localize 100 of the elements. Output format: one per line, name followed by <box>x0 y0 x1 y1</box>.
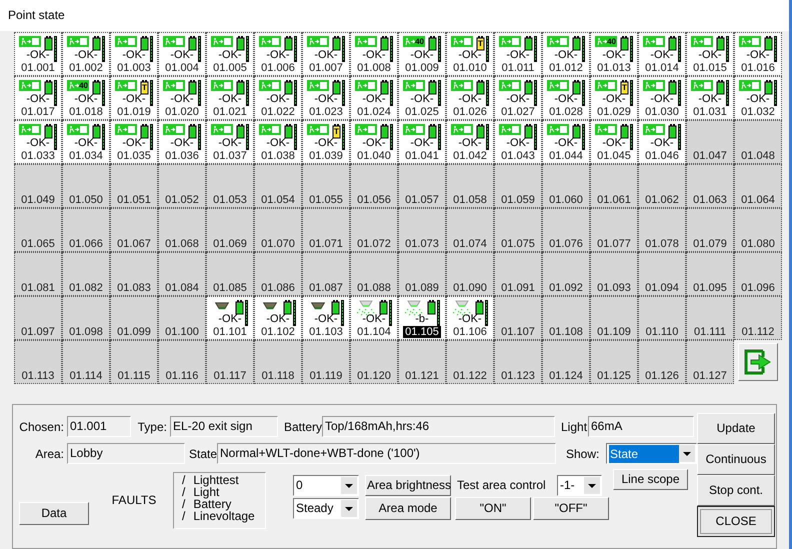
point-cell[interactable]: 01.050 <box>62 164 110 208</box>
point-cell[interactable]: 01.107 <box>494 296 542 340</box>
point-cell[interactable]: 01.065 <box>14 208 62 252</box>
point-cell[interactable]: -OK- 01.004 <box>158 32 206 76</box>
point-cell[interactable]: 01.074 <box>446 208 494 252</box>
point-cell[interactable]: 01.121 <box>398 340 446 384</box>
point-cell[interactable]: -OK- 01.041 <box>398 120 446 164</box>
point-cell[interactable]: -OK- 01.021 <box>206 76 254 120</box>
point-cell[interactable]: -OK- 01.038 <box>254 120 302 164</box>
off-button[interactable]: "OFF" <box>533 496 609 520</box>
data-button[interactable]: Data <box>19 502 89 525</box>
point-cell[interactable]: 01.064 <box>734 164 782 208</box>
point-cell[interactable]: 01.052 <box>158 164 206 208</box>
point-cell[interactable]: -OK- 01.006 <box>254 32 302 76</box>
side-button[interactable]: Continuous <box>697 444 775 475</box>
point-cell[interactable]: -OK- 01.033 <box>14 120 62 164</box>
point-cell[interactable]: 01.054 <box>254 164 302 208</box>
point-cell[interactable]: -OK- 01.030 <box>638 76 686 120</box>
point-cell[interactable]: 01.083 <box>110 252 158 296</box>
point-cell[interactable]: -OK- 01.031 <box>686 76 734 120</box>
point-cell[interactable]: 01.096 <box>734 252 782 296</box>
point-cell[interactable]: 01.125 <box>590 340 638 384</box>
point-cell[interactable]: -OK- 01.045 <box>590 120 638 164</box>
point-cell[interactable]: 01.098 <box>62 296 110 340</box>
point-cell[interactable]: -OK- 01.103 <box>302 296 350 340</box>
point-cell[interactable]: -OK- 01.104 <box>350 296 398 340</box>
line-scope-button[interactable]: Line scope <box>613 468 688 490</box>
point-cell[interactable]: 01.113 <box>14 340 62 384</box>
point-cell[interactable]: 01.095 <box>686 252 734 296</box>
dropdown[interactable]: Steady <box>293 498 359 519</box>
exit-button[interactable] <box>738 342 778 381</box>
text-field[interactable]: 66mA <box>588 416 694 438</box>
point-cell[interactable]: -OK- 01.025 <box>398 76 446 120</box>
point-cell[interactable]: 01.119 <box>302 340 350 384</box>
point-cell[interactable]: 01.062 <box>638 164 686 208</box>
point-cell[interactable]: 01.079 <box>686 208 734 252</box>
point-cell[interactable]: 01.080 <box>734 208 782 252</box>
point-cell[interactable]: -OK- 01.014 <box>638 32 686 76</box>
point-cell[interactable]: 01.055 <box>302 164 350 208</box>
point-cell[interactable]: -OK- 01.011 <box>494 32 542 76</box>
point-cell[interactable]: 01.094 <box>638 252 686 296</box>
text-field[interactable]: Lobby <box>67 443 185 464</box>
point-cell[interactable]: -OK- 01.007 <box>302 32 350 76</box>
point-cell[interactable]: -OK- 01.046 <box>638 120 686 164</box>
point-cell[interactable]: 01.118 <box>254 340 302 384</box>
point-cell[interactable]: T -OK- 01.039 <box>302 120 350 164</box>
point-cell[interactable]: 01.091 <box>494 252 542 296</box>
point-cell[interactable]: 40 -OK- 01.018 <box>62 76 110 120</box>
dropdown[interactable]: State <box>606 443 697 464</box>
point-cell[interactable]: -OK- 01.042 <box>446 120 494 164</box>
point-cell[interactable]: 01.093 <box>590 252 638 296</box>
point-cell[interactable]: 01.120 <box>350 340 398 384</box>
point-cell[interactable]: -OK- 01.035 <box>110 120 158 164</box>
point-cell[interactable]: 01.116 <box>158 340 206 384</box>
point-cell[interactable]: 01.099 <box>110 296 158 340</box>
point-cell[interactable]: 01.089 <box>398 252 446 296</box>
point-cell[interactable]: -OK- 01.036 <box>158 120 206 164</box>
point-cell[interactable]: 01.077 <box>590 208 638 252</box>
point-cell[interactable]: -OK- 01.102 <box>254 296 302 340</box>
point-cell[interactable]: 01.071 <box>302 208 350 252</box>
point-cell[interactable]: 01.112 <box>734 296 782 340</box>
on-button[interactable]: "ON" <box>455 496 531 520</box>
point-cell[interactable]: 01.082 <box>62 252 110 296</box>
point-cell[interactable]: 01.126 <box>638 340 686 384</box>
point-cell[interactable]: 01.078 <box>638 208 686 252</box>
point-cell[interactable]: -OK- 01.005 <box>206 32 254 76</box>
side-button[interactable]: Update <box>697 412 775 444</box>
point-cell[interactable]: 01.058 <box>446 164 494 208</box>
point-cell[interactable]: 01.060 <box>542 164 590 208</box>
point-cell[interactable]: -OK- 01.106 <box>446 296 494 340</box>
point-cell[interactable]: 01.051 <box>110 164 158 208</box>
point-cell[interactable]: -OK- 01.001 <box>14 32 62 76</box>
point-cell[interactable]: -OK- 01.037 <box>206 120 254 164</box>
text-field[interactable]: 01.001 <box>67 416 131 438</box>
point-cell[interactable]: -OK- 01.040 <box>350 120 398 164</box>
point-cell[interactable]: 01.117 <box>206 340 254 384</box>
dropdown[interactable]: -1- <box>557 474 602 496</box>
point-cell[interactable]: -OK- 01.034 <box>62 120 110 164</box>
point-cell[interactable]: 01.090 <box>446 252 494 296</box>
point-cell[interactable]: T -OK- 01.019 <box>110 76 158 120</box>
point-cell[interactable]: 01.068 <box>158 208 206 252</box>
text-field[interactable]: Top/168mAh,hrs:46 <box>322 416 555 438</box>
point-cell[interactable]: 01.081 <box>14 252 62 296</box>
point-cell[interactable]: -OK- 01.027 <box>494 76 542 120</box>
point-cell[interactable]: -OK- 01.002 <box>62 32 110 76</box>
point-cell[interactable]: -OK- 01.043 <box>494 120 542 164</box>
point-cell[interactable]: 01.127 <box>686 340 734 384</box>
point-cell[interactable]: 01.124 <box>542 340 590 384</box>
point-cell[interactable]: -OK- 01.008 <box>350 32 398 76</box>
point-cell[interactable]: 01.070 <box>254 208 302 252</box>
point-cell[interactable]: 01.057 <box>398 164 446 208</box>
point-cell[interactable]: -OK- 01.020 <box>158 76 206 120</box>
point-cell[interactable]: -OK- 01.044 <box>542 120 590 164</box>
text-field[interactable]: EL-20 exit sign <box>170 416 278 438</box>
point-cell[interactable]: -OK- 01.026 <box>446 76 494 120</box>
point-cell[interactable]: 01.047 <box>686 120 734 164</box>
point-cell[interactable]: 01.108 <box>542 296 590 340</box>
point-cell[interactable]: 01.049 <box>14 164 62 208</box>
point-cell[interactable]: 01.115 <box>110 340 158 384</box>
point-cell[interactable]: -OK- 01.032 <box>734 76 782 120</box>
